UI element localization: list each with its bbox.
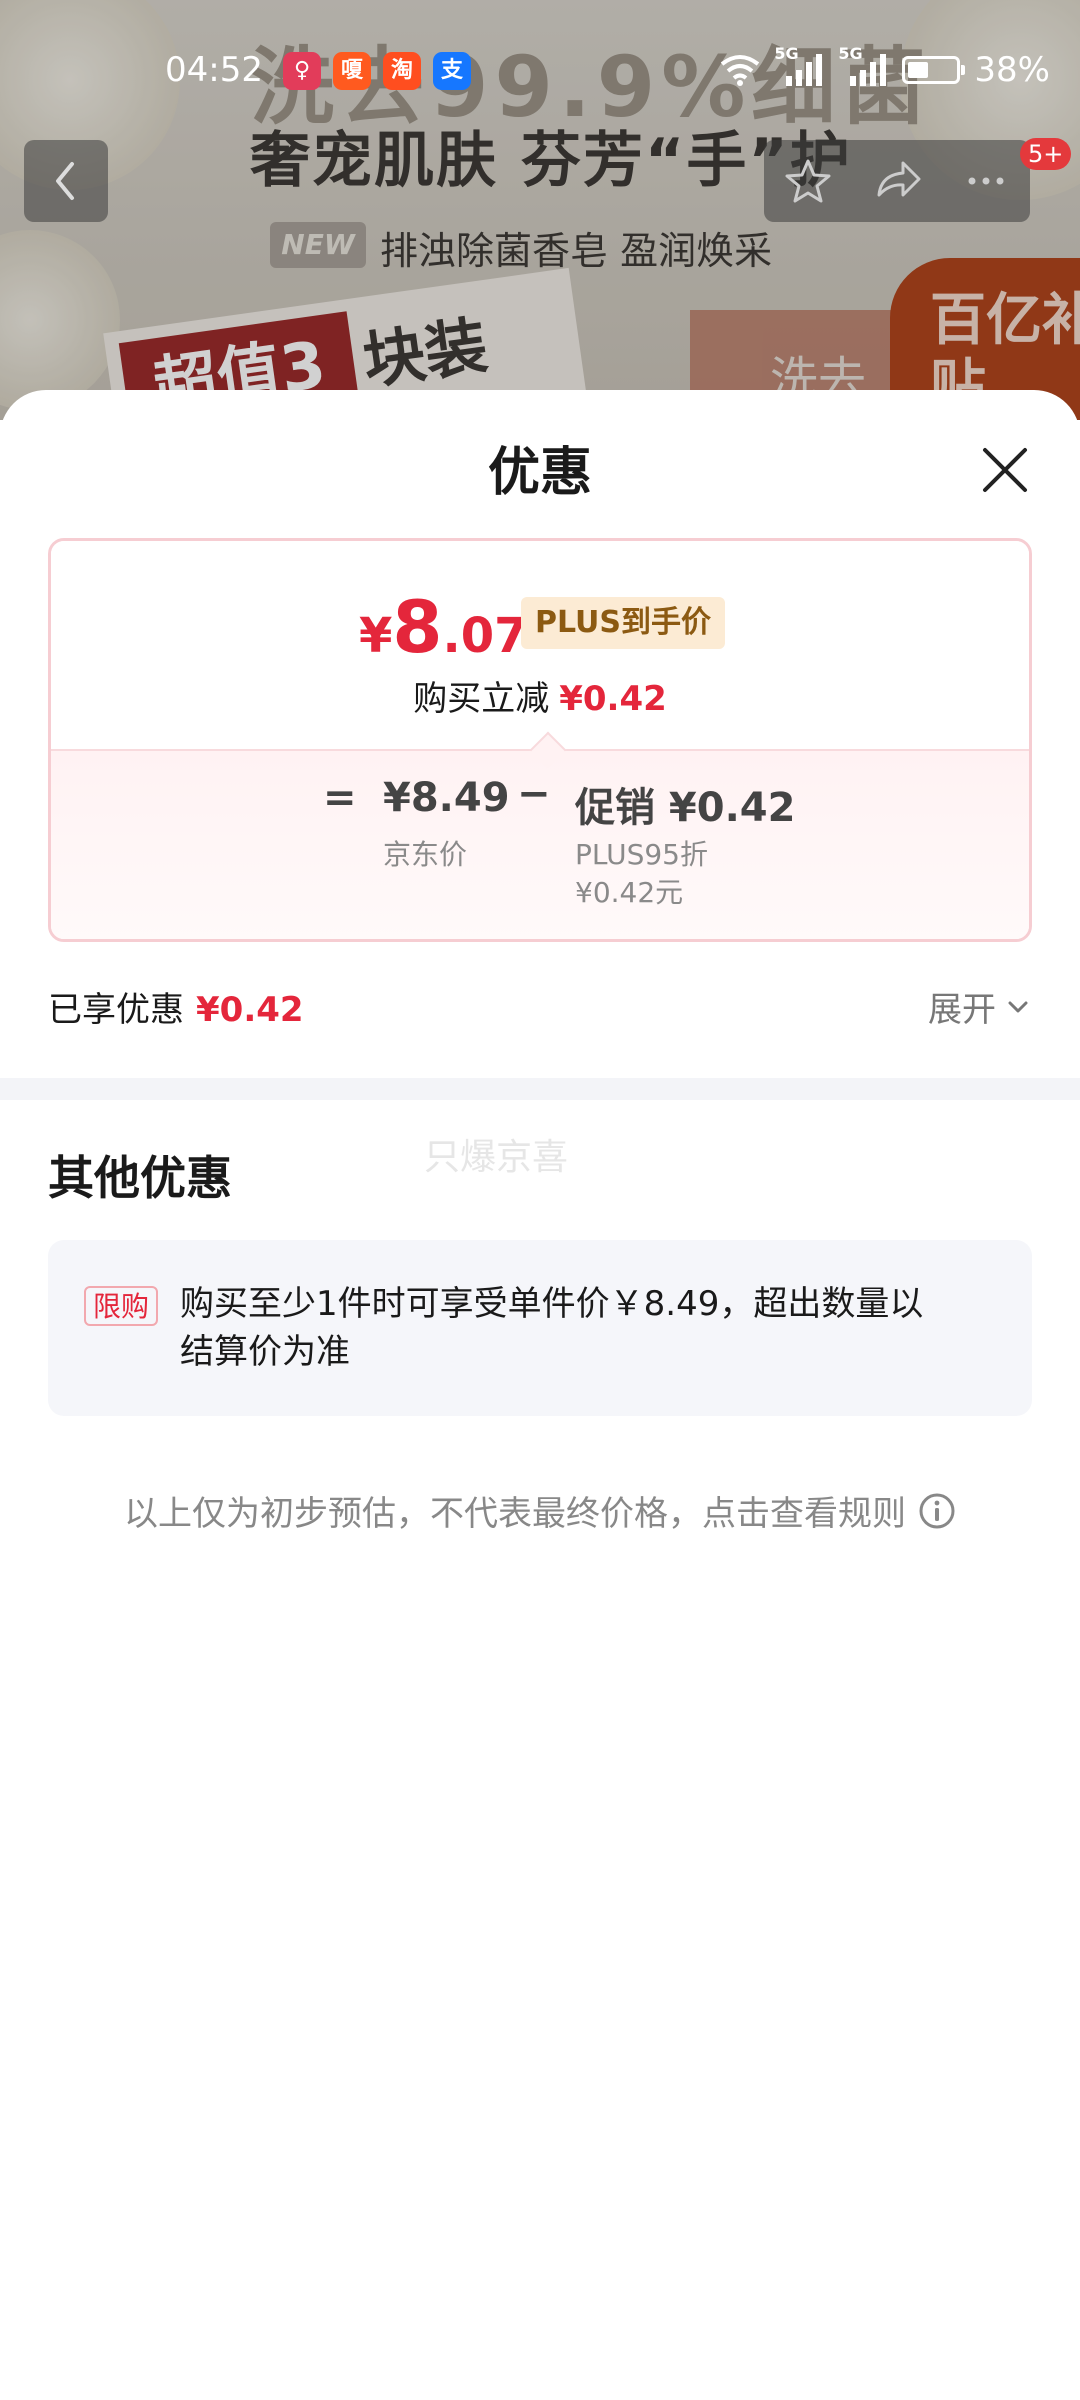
promo-price: 促销 ¥0.42 xyxy=(575,785,796,831)
chevron-down-icon xyxy=(1008,1001,1028,1012)
rules-disclaimer[interactable]: 以上仅为初步预估，不代表最终价格，点击查看规则 xyxy=(0,1486,1080,1535)
more-icon[interactable] xyxy=(956,151,1016,211)
purchase-limit-card: 限购 购买至少1件时可享受单件价￥8.49，超出数量以结算价为准 xyxy=(48,1240,1032,1416)
info-icon xyxy=(919,1493,955,1528)
battery-icon xyxy=(902,56,966,84)
equals-sign: = xyxy=(323,775,357,821)
enjoyed-amount: ¥0.42 xyxy=(196,990,304,1030)
promo-label: PLUS95折 xyxy=(575,838,708,871)
signal-icon-2: 5G xyxy=(838,44,888,88)
taobao-icon: 淘 xyxy=(383,52,421,90)
app-icon-2: 嗄 xyxy=(333,52,371,90)
back-button[interactable] xyxy=(24,140,108,222)
instant-reduction: 购买立减 ¥0.42 xyxy=(51,671,1029,720)
final-price-currency: ¥ xyxy=(359,608,393,664)
alipay-icon: 支 xyxy=(433,52,471,90)
limit-text: 购买至少1件时可享受单件价￥8.49，超出数量以结算价为准 xyxy=(180,1284,924,1372)
star-icon[interactable] xyxy=(778,151,838,211)
enjoyed-label: 已享优惠 xyxy=(48,990,184,1030)
price-breakdown: = ¥8.49 京东价 − 促销 ¥0.42 PLUS95折 ¥0.42元 xyxy=(51,731,1029,939)
app-icon-1: ♀ xyxy=(283,52,321,90)
expand-label: 展开 xyxy=(928,990,996,1030)
price-card: ¥8.07 PLUS到手价 购买立减 ¥0.42 = ¥8.49 京东价 − 促销… xyxy=(48,538,1032,942)
reduction-label: 购买立减 xyxy=(413,679,550,719)
jd-price-label: 京东价 xyxy=(383,838,468,871)
disclaimer-text: 以上仅为初步预估，不代表最终价格，点击查看规则 xyxy=(124,1494,906,1534)
promo-sub: ¥0.42元 xyxy=(575,876,684,909)
final-price-decimal: .07 xyxy=(442,608,528,664)
chevron-left-icon xyxy=(56,162,74,200)
plus-price-tag: PLUS到手价 xyxy=(521,597,726,649)
final-price: ¥8.07 xyxy=(359,585,528,669)
enjoyed-discount: 已享优惠 ¥0.42 xyxy=(48,982,304,1031)
share-icon[interactable] xyxy=(867,151,927,211)
minus-sign: − xyxy=(517,771,551,817)
notification-badge: 5+ xyxy=(1020,138,1072,170)
expand-button[interactable]: 展开 xyxy=(928,982,1032,1031)
final-price-integer: 8 xyxy=(392,585,443,669)
battery-percent: 38% xyxy=(974,50,1050,90)
signal-icon-1: 5G xyxy=(774,44,824,88)
reduction-amount: ¥0.42 xyxy=(559,679,667,719)
status-time: 04:52 xyxy=(165,50,263,90)
other-discounts-title: 其他优惠 xyxy=(48,1151,232,1205)
price-card-top: ¥8.07 PLUS到手价 购买立减 ¥0.42 xyxy=(51,541,1029,749)
status-app-icons: ♀ 嗄 淘 支 xyxy=(283,52,471,90)
wifi-icon xyxy=(721,55,760,86)
status-bar: 04:52 ♀ 嗄 淘 支 5G 5G 38% xyxy=(0,40,1080,106)
discount-sheet: 优惠 ¥8.07 PLUS到手价 购买立减 ¥0.42 = ¥8.49 京东价 −… xyxy=(0,390,1080,2400)
jd-price: ¥8.49 xyxy=(383,775,510,821)
limit-tag: 限购 xyxy=(84,1286,158,1326)
close-icon[interactable] xyxy=(975,440,1035,500)
section-divider xyxy=(0,1078,1080,1100)
top-action-group xyxy=(764,140,1030,222)
status-right: 5G 5G 38% xyxy=(720,44,1050,90)
watermark-text: 只爆京喜 xyxy=(424,1137,569,1178)
sheet-title: 优惠 xyxy=(487,443,592,503)
